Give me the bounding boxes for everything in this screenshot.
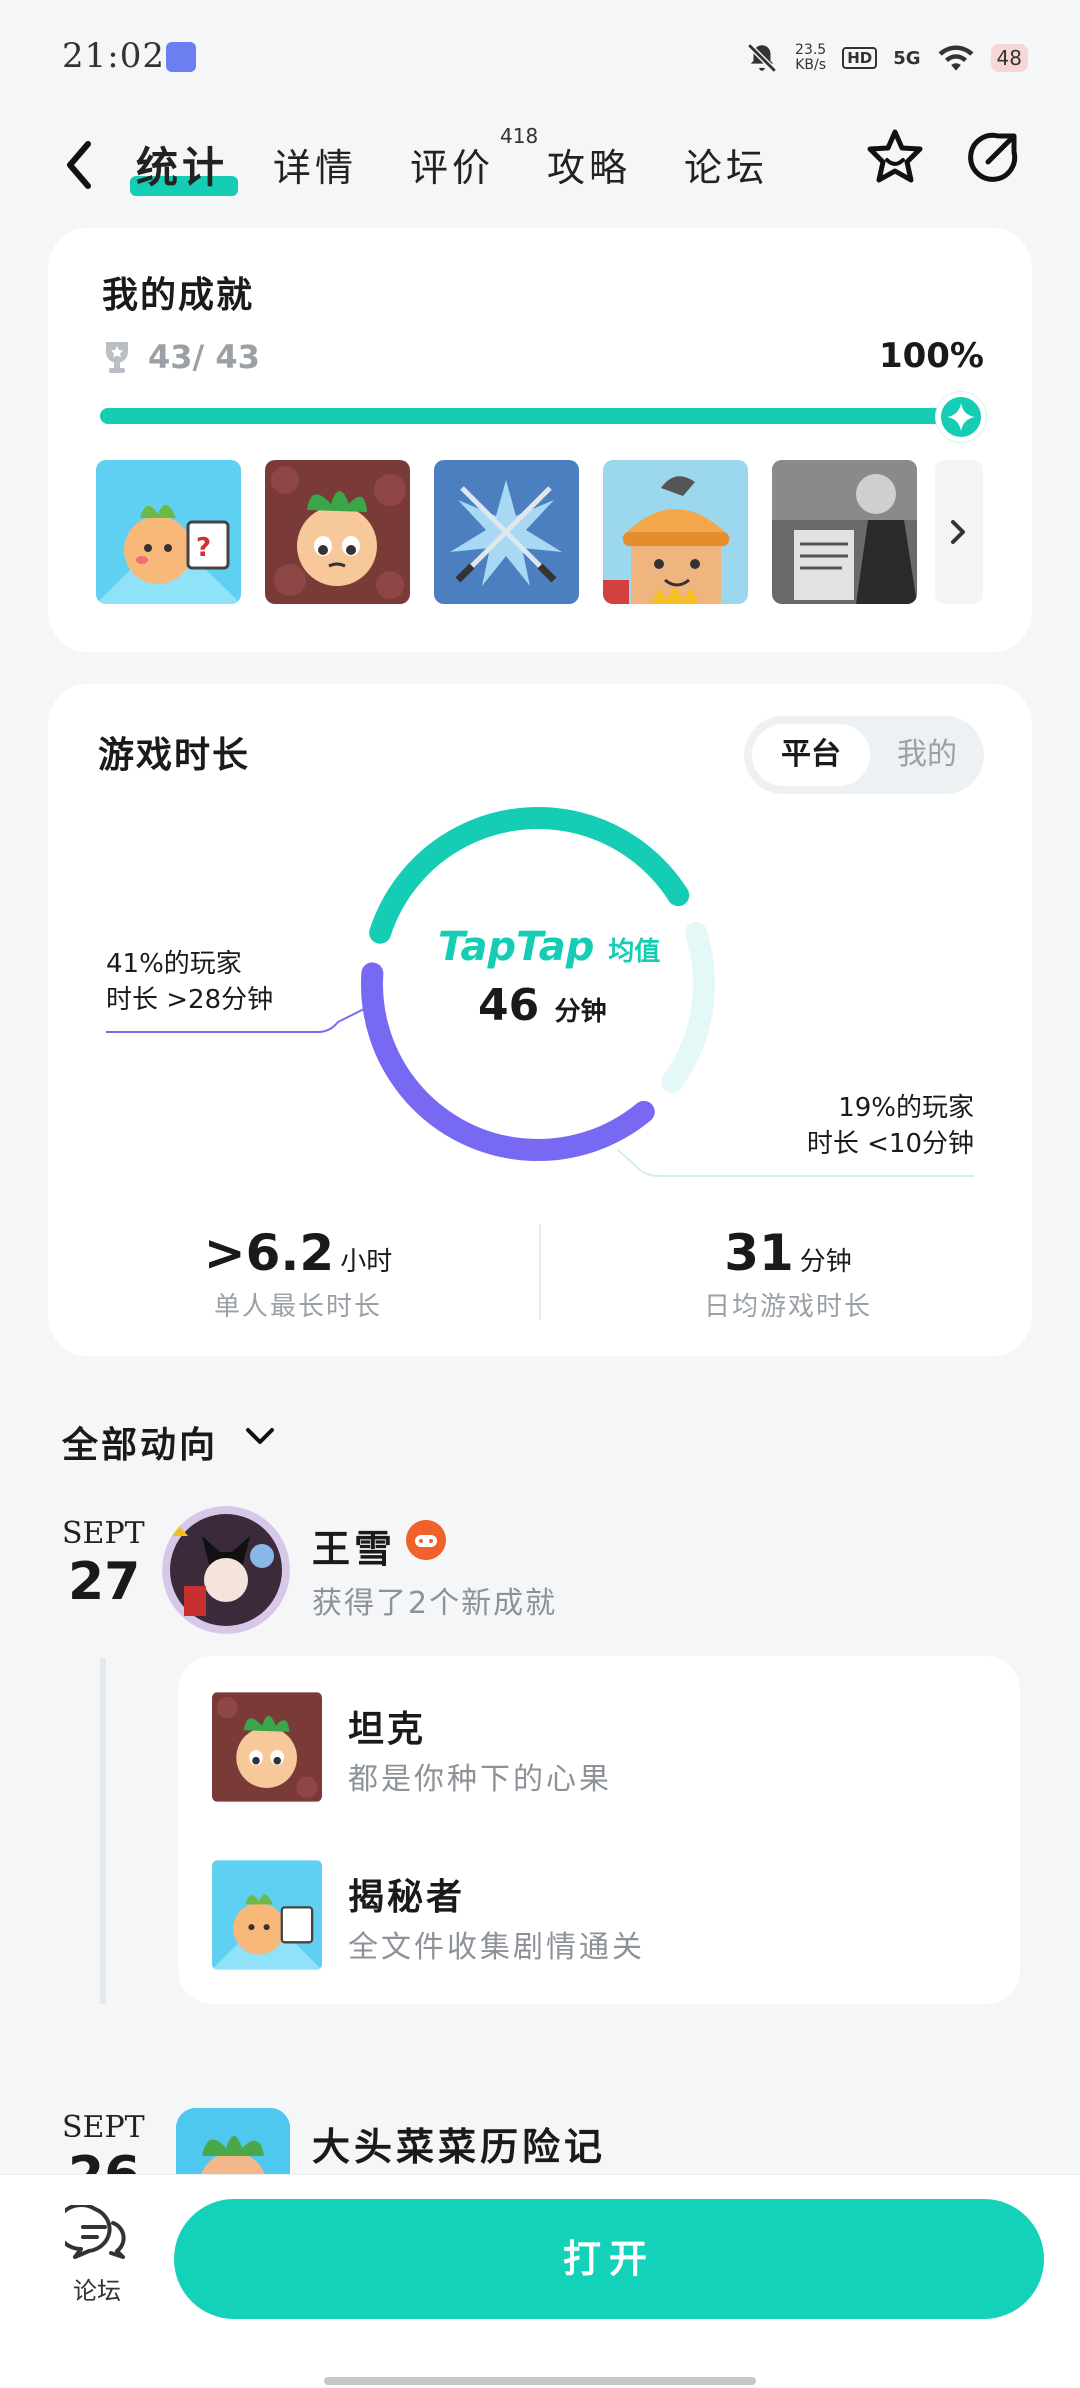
achievement-desc: 全文件收集剧情通关: [348, 1930, 645, 1965]
achievement-thumbnails: ?: [96, 460, 917, 604]
stat-daily-value: 31: [724, 1224, 794, 1282]
average-label: 均值: [608, 937, 661, 967]
left-annotation: 41%的玩家时长 >28分钟: [106, 946, 273, 1018]
stat-max-label: 单人最长时长: [213, 1292, 382, 1322]
achievement-thumb-hat[interactable]: [603, 460, 748, 604]
left-annotation-line2: 时长 >28分钟: [106, 985, 274, 1015]
left-annotation-line1: 41%的玩家: [106, 949, 242, 979]
review-count-badge: 418: [500, 124, 539, 148]
feed-filter-label[interactable]: 全部动向: [62, 1416, 218, 1468]
network-speed: 23.5 KB/s: [795, 43, 826, 73]
back-icon[interactable]: [56, 130, 106, 200]
tab-stats[interactable]: 统计: [130, 138, 273, 198]
achievement-thumb-secrets[interactable]: ?: [96, 460, 241, 604]
right-annotation-line2: 时长 <10分钟: [806, 1129, 974, 1159]
status-icons: 23.5 KB/s HD 5G 48: [745, 38, 1028, 78]
achievement-desc: 都是你种下的心果: [348, 1762, 612, 1797]
tab-forum[interactable]: 论坛: [684, 138, 821, 198]
mute-bell-icon: [747, 43, 777, 73]
stat-max-value: >6.2: [203, 1224, 335, 1282]
status-bar: 21:02 23.5 KB/s HD 5G 48: [0, 0, 1080, 110]
svg-text:?: ?: [196, 533, 211, 563]
achievement-progress-fill: [100, 408, 980, 424]
playtime-card: 游戏时长 平台 我的 TapTap 均值 46 分钟 41%的玩家 时长 >28分…: [48, 684, 1032, 1356]
status-time: 21:02: [62, 36, 165, 76]
avatar[interactable]: [162, 1506, 290, 1634]
gamer-badge-icon: [406, 1520, 446, 1560]
app-notification-icon: [166, 42, 196, 72]
game-name[interactable]: 大头菜菜历险记: [312, 2116, 606, 2171]
tab-stats-label: 统计: [136, 143, 229, 192]
new-achievements-list: 坦克 都是你种下的心果 揭秘者 全文件收集剧情通关: [178, 1656, 1020, 2004]
taptap-brand-text: TapTap: [438, 924, 595, 970]
forum-chat-icon: [55, 2203, 126, 2259]
timeline-line: [100, 1658, 106, 2004]
forum-label: 论坛: [73, 2277, 121, 2305]
achievement-percent: 100%: [878, 336, 984, 376]
hd-icon: HD: [842, 47, 878, 69]
taptap-brand: TapTap 均值: [438, 924, 660, 970]
stat-max-playtime: >6.2 小时 单人最长时长: [158, 1224, 438, 1323]
entry2-month: SEPT: [62, 2110, 145, 2145]
network-speed-value: 23.5: [795, 42, 827, 58]
bottom-bar: 论坛 打开: [0, 2174, 1080, 2388]
open-game-button[interactable]: 打开: [174, 2199, 1044, 2319]
home-indicator[interactable]: [324, 2377, 756, 2385]
tab-details-label: 详情: [273, 146, 358, 190]
share-icon[interactable]: [958, 122, 1028, 192]
tab-guides-label: 攻略: [547, 146, 632, 190]
average-playtime-unit: 分钟: [554, 997, 607, 1027]
entry1-month: SEPT: [62, 1516, 145, 1551]
average-playtime: 46 分钟: [478, 980, 607, 1031]
forum-button[interactable]: 论坛: [52, 2203, 142, 2315]
network-speed-unit: KB/s: [795, 57, 827, 73]
wifi-icon: [938, 45, 973, 71]
entry1-day: 27: [68, 1552, 141, 1612]
top-nav: 统计 详情 评价 攻略 论坛 418: [0, 110, 1080, 220]
achievements-card[interactable]: 我的成就 43/ 43 100% ?: [48, 228, 1032, 652]
more-achievements-button[interactable]: [935, 460, 983, 604]
stat-max-unit: 小时: [340, 1247, 393, 1277]
stat-daily-label: 日均游戏时长: [703, 1292, 872, 1322]
stat-daily-unit: 分钟: [799, 1247, 852, 1277]
list-item[interactable]: 坦克 都是你种下的心果: [212, 1692, 992, 1802]
achievement-tank-image: [212, 1692, 322, 1802]
list-item[interactable]: 揭秘者 全文件收集剧情通关: [212, 1860, 992, 1970]
right-annotation: 19%的玩家时长 <10分钟: [807, 1090, 974, 1162]
achievement-progress-bar: [100, 408, 980, 424]
achievement-name: 坦克: [348, 1709, 427, 1750]
stats-divider: [539, 1224, 541, 1320]
achievement-thumb-tank[interactable]: [265, 460, 410, 604]
achievement-name: 揭秘者: [348, 1877, 466, 1918]
tab-details[interactable]: 详情: [273, 138, 410, 198]
right-annotation-line1: 19%的玩家: [838, 1093, 974, 1123]
achievements-title: 我的成就: [102, 275, 255, 316]
stat-daily-playtime: 31 分钟 日均游戏时长: [648, 1224, 928, 1323]
progress-sparkle-icon: [936, 392, 986, 442]
achievement-count: 43/ 43: [148, 338, 260, 376]
tab-bar: 统计 详情 评价 攻略 论坛 418: [130, 124, 821, 198]
tab-reviews-label: 评价: [410, 146, 495, 190]
battery-icon: 48: [990, 44, 1028, 72]
average-playtime-value: 46: [478, 980, 540, 1031]
achievement-thumb-photo[interactable]: [772, 460, 917, 604]
achievement-secrets-image: [212, 1860, 322, 1970]
tab-forum-label: 论坛: [684, 146, 769, 190]
chevron-down-icon[interactable]: [244, 1424, 276, 1448]
user-name[interactable]: 王雪: [312, 1518, 396, 1573]
trophy-icon: [106, 342, 128, 373]
signal-5g-icon: 5G: [893, 47, 921, 69]
user-action: 获得了2个新成就: [312, 1586, 558, 1621]
favorite-star-icon[interactable]: [860, 122, 930, 192]
tab-guides[interactable]: 攻略: [547, 138, 684, 198]
chevron-right-icon: [951, 520, 965, 544]
achievement-thumb-swords[interactable]: [434, 460, 579, 604]
